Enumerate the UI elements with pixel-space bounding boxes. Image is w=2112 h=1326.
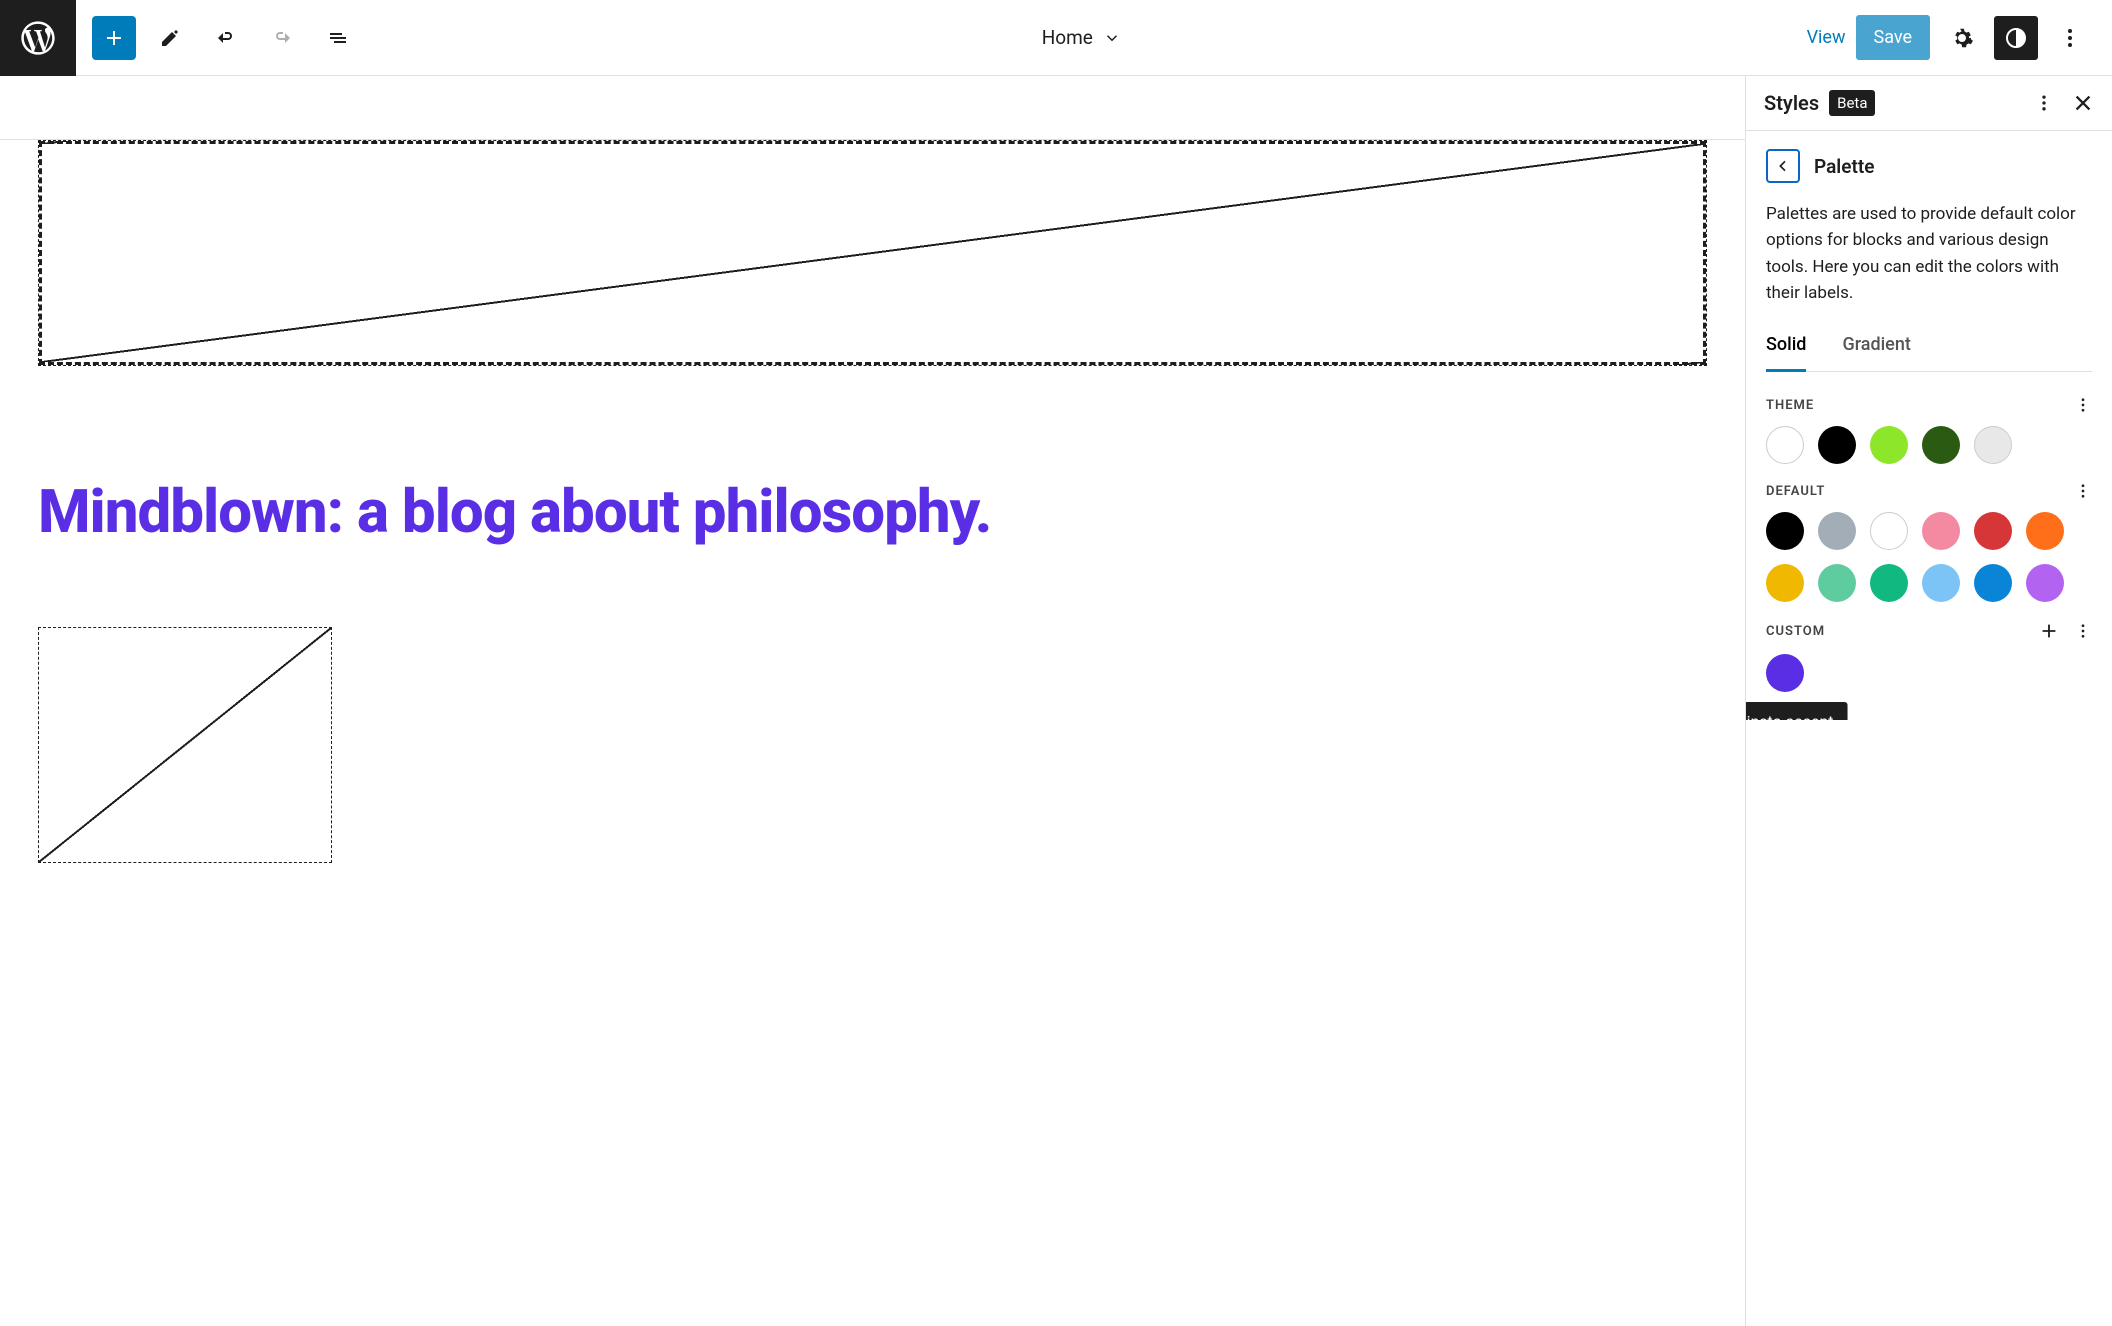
undo-icon (214, 26, 238, 50)
swatch-tooltip: Kinsta accent (1746, 702, 1847, 720)
secondary-tools: View Save (1787, 15, 2112, 60)
page-heading[interactable]: Mindblown: a blog about philosophy. (38, 476, 1707, 547)
theme-swatches (1766, 426, 2092, 464)
panel-title: Palette (1814, 155, 1874, 178)
default-color-swatch[interactable] (1766, 564, 1804, 602)
default-color-swatch[interactable] (1974, 512, 2012, 550)
wordpress-logo[interactable] (0, 0, 76, 76)
topbar: Home View Save (0, 0, 2112, 76)
default-color-swatch[interactable] (1818, 564, 1856, 602)
custom-more-button[interactable] (2074, 622, 2092, 640)
list-icon (326, 26, 350, 50)
theme-color-swatch[interactable] (1974, 426, 2012, 464)
default-color-swatch[interactable] (1922, 564, 1960, 602)
more-vertical-icon (2074, 482, 2092, 500)
default-color-swatch[interactable] (1974, 564, 2012, 602)
sidebar-more-button[interactable] (2034, 93, 2054, 113)
default-swatches (1766, 512, 2092, 602)
editor-canvas[interactable]: Mindblown: a blog about philosophy. (0, 76, 1746, 1326)
sidebar-header: Styles Beta (1746, 76, 2112, 131)
theme-color-swatch[interactable] (1818, 426, 1856, 464)
canvas-header-spacer (0, 76, 1745, 140)
wordpress-icon (18, 18, 58, 58)
beta-badge: Beta (1829, 90, 1875, 116)
pencil-icon (158, 26, 182, 50)
close-sidebar-button[interactable] (2072, 92, 2094, 114)
palette-panel: Palette Palettes are used to provide def… (1746, 131, 2112, 720)
section-default-label: Default (1766, 484, 1825, 499)
more-options-button[interactable] (2048, 16, 2092, 60)
custom-color-swatch[interactable] (1766, 654, 1804, 692)
default-color-swatch[interactable] (1870, 564, 1908, 602)
back-button[interactable] (1766, 149, 1800, 183)
default-color-swatch[interactable] (1870, 512, 1908, 550)
default-color-swatch[interactable] (1922, 512, 1960, 550)
custom-swatches: Kinsta accent (1766, 654, 2092, 692)
theme-color-swatch[interactable] (1922, 426, 1960, 464)
sidebar-title: Styles (1764, 91, 1819, 115)
styles-sidebar: Styles Beta Palette Palettes are used to… (1746, 76, 2112, 1326)
default-color-swatch[interactable] (1818, 512, 1856, 550)
undo-button[interactable] (204, 16, 248, 60)
tab-solid[interactable]: Solid (1766, 334, 1806, 372)
chevron-left-icon (1775, 158, 1791, 174)
more-vertical-icon (2058, 26, 2082, 50)
main: Mindblown: a blog about philosophy. Styl… (0, 76, 2112, 1326)
tab-gradient[interactable]: Gradient (1842, 334, 1910, 371)
more-vertical-icon (2034, 93, 2054, 113)
section-custom-label: Custom (1766, 624, 1825, 639)
more-vertical-icon (2074, 622, 2092, 640)
primary-tools (76, 16, 376, 60)
theme-more-button[interactable] (2074, 396, 2092, 414)
header-image-placeholder[interactable] (38, 140, 1707, 366)
palette-tabs: Solid Gradient (1766, 334, 2092, 372)
plus-icon (102, 26, 126, 50)
styles-button[interactable] (1994, 16, 2038, 60)
default-color-swatch[interactable] (1766, 512, 1804, 550)
more-vertical-icon (2074, 396, 2092, 414)
default-more-button[interactable] (2074, 482, 2092, 500)
contrast-icon (2004, 26, 2028, 50)
post-image-placeholder[interactable] (38, 627, 332, 863)
settings-button[interactable] (1940, 16, 1984, 60)
close-icon (2072, 92, 2094, 114)
theme-color-swatch[interactable] (1870, 426, 1908, 464)
theme-color-swatch[interactable] (1766, 426, 1804, 464)
default-color-swatch[interactable] (2026, 512, 2064, 550)
redo-button[interactable] (260, 16, 304, 60)
save-button[interactable]: Save (1856, 15, 1931, 60)
panel-description: Palettes are used to provide default col… (1766, 201, 2092, 306)
document-title[interactable]: Home (376, 26, 1787, 49)
gear-icon (1950, 26, 1974, 50)
edit-tool-button[interactable] (148, 16, 192, 60)
section-theme-label: Theme (1766, 398, 1814, 413)
chevron-down-icon (1103, 29, 1121, 47)
list-view-button[interactable] (316, 16, 360, 60)
view-link[interactable]: View (1807, 27, 1846, 48)
add-custom-color-button[interactable] (2038, 620, 2060, 642)
plus-icon (2038, 620, 2060, 642)
add-block-button[interactable] (92, 16, 136, 60)
document-title-text: Home (1042, 26, 1093, 49)
redo-icon (270, 26, 294, 50)
default-color-swatch[interactable] (2026, 564, 2064, 602)
